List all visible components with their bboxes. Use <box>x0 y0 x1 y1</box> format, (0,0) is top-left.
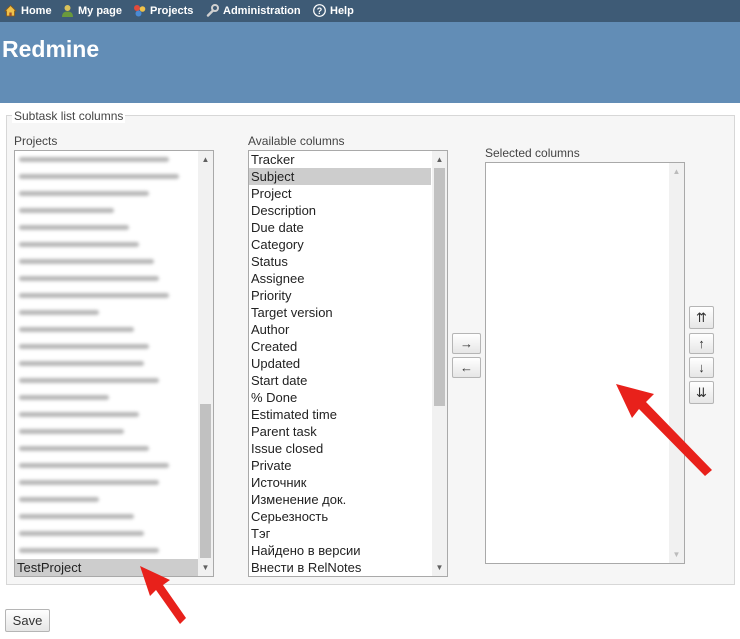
home-link[interactable]: Home <box>4 4 52 17</box>
redacted-project-row <box>19 310 99 315</box>
redacted-project-row <box>19 514 134 519</box>
available-option[interactable]: Updated <box>249 355 431 372</box>
available-scrollbar[interactable]: ▲ ▼ <box>432 151 447 576</box>
redacted-project-row <box>19 191 149 196</box>
fieldset-legend: Subtask list columns <box>12 109 126 123</box>
available-option[interactable]: Estimated time <box>249 406 431 423</box>
scroll-thumb[interactable] <box>434 168 445 406</box>
move-left-button[interactable]: ← <box>452 357 481 378</box>
redacted-project-row <box>19 293 169 298</box>
redacted-project-row <box>19 463 169 468</box>
redacted-project-row <box>19 225 129 230</box>
annotation-arrow-icon <box>140 566 186 624</box>
redacted-project-row <box>19 531 144 536</box>
redacted-project-row <box>19 174 179 179</box>
selected-scrollbar[interactable]: ▲ ▼ <box>669 163 684 563</box>
available-option[interactable]: Subject <box>249 168 431 185</box>
redacted-project-row <box>19 378 159 383</box>
available-option[interactable]: Status <box>249 253 431 270</box>
move-top-button[interactable]: ⇈ <box>689 306 714 329</box>
scroll-down-icon[interactable]: ▼ <box>432 560 447 575</box>
my-page-link[interactable]: My page <box>61 4 122 17</box>
available-option[interactable]: Tracker <box>249 151 431 168</box>
available-option[interactable]: Private <box>249 457 431 474</box>
scroll-up-icon[interactable]: ▲ <box>669 164 684 179</box>
redacted-project-row <box>19 208 114 213</box>
app-title: Redmine <box>2 36 100 62</box>
scroll-up-icon[interactable]: ▲ <box>198 152 213 167</box>
available-option[interactable]: Target version <box>249 304 431 321</box>
selected-columns-list[interactable]: ▲ ▼ <box>485 162 685 564</box>
redacted-project-row <box>19 548 159 553</box>
move-right-button[interactable]: → <box>452 333 481 354</box>
projects-scrollbar[interactable]: ▲ ▼ <box>198 151 213 576</box>
selected-columns-label: Selected columns <box>485 146 580 160</box>
home-label: Home <box>21 5 52 17</box>
redacted-project-row <box>19 412 139 417</box>
header: Redmine <box>0 22 740 103</box>
available-option[interactable]: Изменение док. <box>249 491 431 508</box>
redacted-project-row <box>19 446 149 451</box>
redacted-project-row <box>19 157 169 162</box>
redacted-project-row <box>19 259 154 264</box>
scroll-down-icon[interactable]: ▼ <box>669 547 684 562</box>
available-columns-label: Available columns <box>248 134 345 148</box>
my-page-label: My page <box>78 5 123 17</box>
projects-label: Projects <box>14 134 58 148</box>
projects-list[interactable]: TestProject ▲ ▼ <box>14 150 214 577</box>
wrench-icon <box>206 4 219 17</box>
annotation-arrow-icon <box>616 384 712 476</box>
redacted-project-row <box>19 276 159 281</box>
move-up-button[interactable]: ↑ <box>689 333 714 354</box>
redacted-project-row <box>19 497 99 502</box>
available-option[interactable]: % Done <box>249 389 431 406</box>
available-option[interactable]: Серьезность <box>249 508 431 525</box>
help-label: Help <box>330 5 354 17</box>
available-option[interactable]: Due date <box>249 219 431 236</box>
save-button[interactable]: Save <box>5 609 50 632</box>
redacted-project-row <box>19 480 159 485</box>
user-icon <box>62 5 73 17</box>
help-icon: ? <box>313 4 326 17</box>
available-option[interactable]: Внести в RelNotes <box>249 559 431 576</box>
available-option[interactable]: Project <box>249 185 431 202</box>
move-down-button[interactable]: ↓ <box>689 357 714 378</box>
scroll-thumb[interactable] <box>200 404 211 558</box>
available-option[interactable]: Найдено в версии <box>249 542 431 559</box>
available-option[interactable]: Parent task <box>249 423 431 440</box>
available-option[interactable]: Тэг <box>249 525 431 542</box>
available-option[interactable]: Created <box>249 338 431 355</box>
redacted-project-row <box>19 327 134 332</box>
projects-icon <box>134 5 146 17</box>
redacted-project-row <box>19 395 109 400</box>
scroll-up-icon[interactable]: ▲ <box>432 152 447 167</box>
projects-link[interactable]: Projects <box>133 4 193 17</box>
available-option[interactable]: Description <box>249 202 431 219</box>
help-link[interactable]: ? Help <box>313 4 354 17</box>
available-option[interactable]: Assignee <box>249 270 431 287</box>
available-option[interactable]: Start date <box>249 372 431 389</box>
redacted-project-row <box>19 429 124 434</box>
available-option[interactable]: Issue closed <box>249 440 431 457</box>
available-option[interactable]: Источник <box>249 474 431 491</box>
available-option[interactable]: Author <box>249 321 431 338</box>
redacted-project-row <box>19 344 149 349</box>
available-columns-list[interactable]: Tracker Subject Project Description Due date… <box>248 150 448 577</box>
administration-link[interactable]: Administration <box>206 4 301 17</box>
available-option[interactable]: Category <box>249 236 431 253</box>
redacted-project-row <box>19 242 139 247</box>
svg-text:?: ? <box>317 6 323 16</box>
projects-label: Projects <box>150 5 194 17</box>
top-menu: Home My page Projects Administration ? He… <box>0 0 740 22</box>
redacted-project-row <box>19 361 144 366</box>
scroll-down-icon[interactable]: ▼ <box>198 560 213 575</box>
home-icon <box>4 4 17 17</box>
available-option[interactable]: Priority <box>249 287 431 304</box>
administration-label: Administration <box>223 5 301 17</box>
